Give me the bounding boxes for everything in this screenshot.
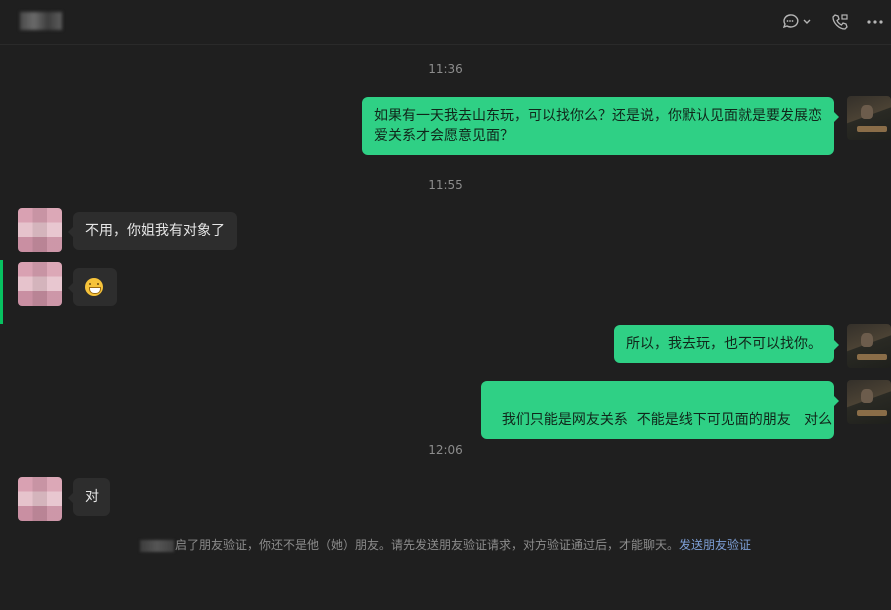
timestamp: 11:36: [428, 62, 463, 76]
message-bubble-received[interactable]: 不用，你姐我有对象了: [68, 212, 237, 250]
blurred-name: [139, 539, 174, 552]
message-bubble-sent[interactable]: 所以，我去玩，也不可以找你。: [614, 325, 839, 363]
timestamp: 12:06: [428, 443, 463, 457]
chat-bubble-icon: [782, 14, 811, 29]
friend-verification-notice: 启了朋友验证，你还不是他（她）朋友。请先发送朋友验证请求，对方验证通过后，才能聊…: [0, 536, 891, 553]
contact-name-blurred: [20, 12, 62, 30]
message-bubble-received[interactable]: [68, 268, 117, 306]
my-avatar[interactable]: [847, 324, 891, 368]
message-bubble-sent[interactable]: 如果有一天我去山东玩，可以找你么？还是说，你默认见面就是要发展恋爱关系才会愿意见…: [362, 97, 839, 155]
send-verification-link[interactable]: 发送朋友验证: [679, 538, 751, 552]
my-avatar[interactable]: [847, 380, 891, 424]
message-text: 我们只能是网友关系 不能是线下可见面的朋友 对么: [501, 412, 833, 428]
active-chat-indicator: [0, 260, 3, 324]
contact-avatar[interactable]: [18, 262, 62, 306]
chat-bubble-icon[interactable]: [779, 12, 813, 32]
contact-avatar[interactable]: [18, 477, 62, 521]
message-text: 如果有一天我去山东玩，可以找你么？还是说，你默认见面就是要发展恋爱关系才会愿意见…: [374, 108, 822, 144]
notice-text: 启了朋友验证，你还不是他（她）朋友。请先发送朋友验证请求，对方验证通过后，才能聊…: [174, 538, 679, 552]
timestamp: 11:55: [428, 178, 463, 192]
more-icon[interactable]: [864, 12, 886, 32]
message-bubble-received[interactable]: 对: [68, 478, 110, 516]
contact-avatar[interactable]: [18, 208, 62, 252]
grinning-face-icon: [85, 278, 103, 296]
my-avatar[interactable]: [847, 96, 891, 140]
message-text: 对: [85, 489, 99, 505]
message-bubble-sent[interactable]: 我们只能是网友关系 不能是线下可见面的朋友 对么: [481, 381, 839, 439]
chat-header: [0, 0, 891, 45]
phone-video-icon[interactable]: [829, 12, 851, 32]
message-text: 不用，你姐我有对象了: [85, 223, 225, 239]
message-text: 所以，我去玩，也不可以找你。: [626, 336, 822, 352]
